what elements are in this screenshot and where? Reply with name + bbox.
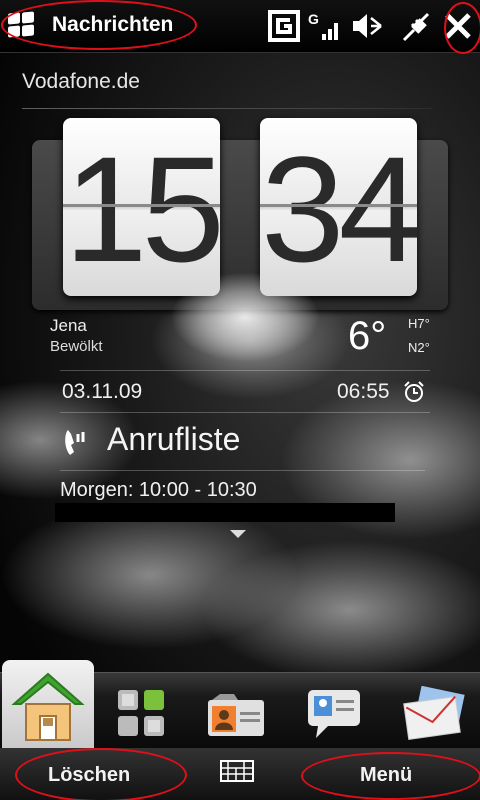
message-bubble-icon [308,690,360,738]
contacts-card-icon [208,694,264,736]
start-menu-button[interactable]: Nachrichten [0,0,200,52]
menu-softkey-label: Menü [360,764,413,786]
appointment-item[interactable]: Morgen: 10:00 - 10:30 [60,479,257,502]
weather-low: N2° [408,340,430,355]
delete-softkey-label: Löschen [48,764,131,786]
menu-softkey[interactable]: Menü [290,748,480,800]
mail-tab[interactable] [398,680,478,744]
clock-minutes: 34 [260,118,422,296]
weather-city: Jena [50,316,87,335]
divider [60,370,430,371]
today-screen: Nachrichten G Vodafone.de 15 34 Jena Bew… [0,0,480,800]
status-bar: Nachrichten G [0,0,480,54]
mail-envelope-icon [403,686,465,741]
call-history-link[interactable]: Anrufliste [107,421,240,458]
windows-start-icon [8,11,36,39]
carrier-name: Vodafone.de [22,70,140,93]
gprs-icon [268,10,300,42]
alarm-clock-icon [404,381,424,402]
apps-grid-icon [118,690,164,736]
keyboard-icon[interactable] [220,760,254,782]
delete-softkey[interactable]: Löschen [0,748,190,800]
close-icon [445,13,471,39]
apps-tab[interactable] [110,680,190,744]
alarm-time[interactable]: 06:55 [337,380,390,404]
redacted-text [55,503,395,522]
volume-muted-icon [353,14,382,38]
missed-call-icon [65,430,85,455]
chevron-down-icon[interactable] [230,530,246,538]
home-tab[interactable] [2,660,94,752]
house-icon [11,672,85,741]
connection-icon [402,12,430,42]
messages-tab[interactable] [300,680,380,744]
weather-high: H7° [408,316,430,331]
weather-condition: Bewölkt [50,338,103,355]
svg-text:G: G [308,11,319,27]
divider [60,412,430,413]
clock-minutes-text: 34 [261,125,422,293]
clock-hours-text: 15 [64,125,225,293]
weather-temperature: 6° [348,314,387,358]
close-button[interactable] [436,0,480,52]
contacts-tab[interactable] [200,680,280,744]
divider [22,108,432,109]
cloud-decoration [200,540,480,680]
divider [60,470,425,471]
weather-cloud-icon [170,272,320,362]
date-label[interactable]: 03.11.09 [62,380,142,404]
app-title: Nachrichten [52,13,174,36]
clock-hours: 15 [63,118,225,296]
signal-icon: G [308,11,338,40]
